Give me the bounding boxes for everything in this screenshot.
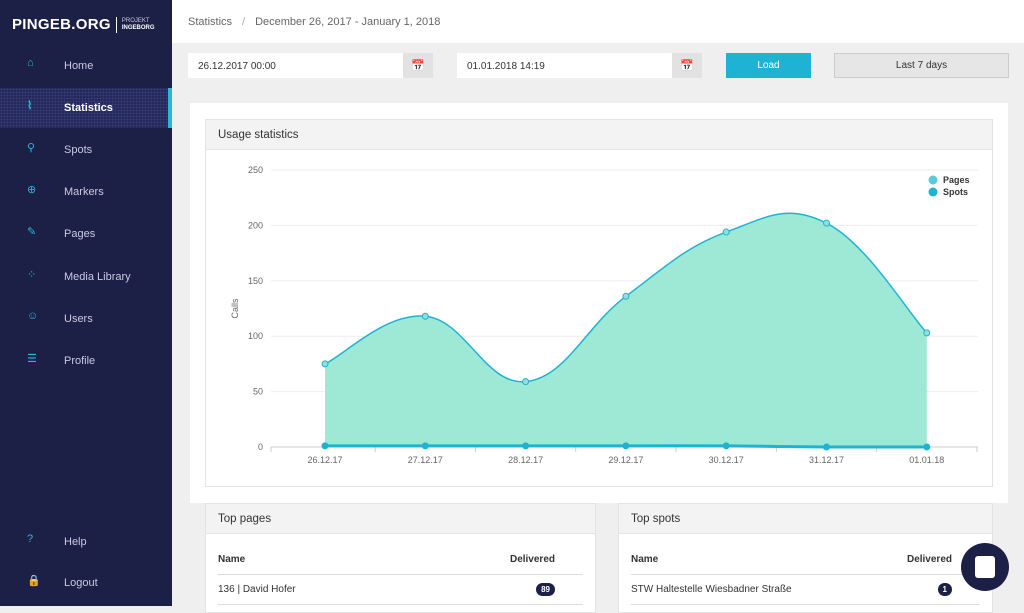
sidebar-item-label: Pages bbox=[64, 228, 96, 240]
breadcrumb-range: December 26, 2017 - January 1, 2018 bbox=[255, 15, 441, 28]
top-spots-panel: Top spots Name Delivered STW Haltestelle … bbox=[618, 503, 993, 613]
spots-point bbox=[321, 442, 329, 450]
pages-point bbox=[421, 312, 429, 320]
y-tick-label: 0 bbox=[258, 442, 263, 452]
pages-point bbox=[622, 292, 630, 300]
load-button[interactable]: Load bbox=[726, 53, 811, 78]
legend-marker-pages bbox=[928, 175, 938, 185]
sidebar-item-statistics[interactable]: ⌇ Statistics bbox=[0, 88, 172, 128]
from-calendar-icon[interactable]: 📅 bbox=[403, 53, 433, 78]
help-icon: ? bbox=[27, 533, 34, 545]
legend-marker-spots bbox=[928, 187, 938, 197]
breadcrumb-statistics[interactable]: Statistics bbox=[188, 16, 232, 28]
grid-icon: ⁘ bbox=[27, 269, 37, 281]
lock-icon: 🔒 bbox=[27, 575, 41, 587]
sidebar-item-label: Help bbox=[64, 536, 87, 548]
sidebar-item-label: Logout bbox=[64, 577, 98, 589]
y-tick-label: 100 bbox=[248, 331, 263, 341]
panel-title: Usage statistics bbox=[206, 120, 992, 150]
sidebar-item-help[interactable]: ? Help bbox=[0, 522, 172, 562]
sidebar-item-label: Markers bbox=[64, 186, 104, 198]
table-header: Name Delivered bbox=[218, 545, 583, 575]
table-row[interactable]: 136 | David Hofer 89 bbox=[218, 575, 583, 605]
y-tick-label: 50 bbox=[253, 387, 263, 397]
spots-point bbox=[622, 442, 630, 450]
sidebar-item-pages[interactable]: ✎ Pages bbox=[0, 214, 172, 254]
sidebar-item-users[interactable]: ☺ Users bbox=[0, 299, 172, 339]
x-tick-label: 31.12.17 bbox=[809, 455, 844, 465]
sidebar-item-label: Profile bbox=[64, 355, 96, 367]
sidebar-item-label: Spots bbox=[64, 144, 93, 156]
crosshair-icon: ⊕ bbox=[27, 184, 37, 196]
sidebar-item-label: Home bbox=[64, 60, 94, 72]
spots-point bbox=[823, 443, 830, 451]
pages-point bbox=[522, 378, 530, 386]
user-icon: ☺ bbox=[27, 310, 39, 322]
y-tick-label: 150 bbox=[248, 276, 263, 286]
table-header: Name Delivered bbox=[631, 545, 980, 575]
pages-area bbox=[325, 213, 927, 447]
y-tick-label: 250 bbox=[248, 165, 263, 175]
sidebar-item-label: Statistics bbox=[64, 102, 113, 114]
sidebar-item-media-library[interactable]: ⁘ Media Library bbox=[0, 257, 172, 297]
x-tick-label: 28.12.17 bbox=[508, 455, 543, 465]
x-tick-label: 26.12.17 bbox=[307, 455, 342, 465]
panel-title: Top spots bbox=[619, 504, 992, 534]
sidebar-item-label: Media Library bbox=[64, 271, 131, 283]
table-row[interactable]: STW Haltestelle Wiesbadner Straße 1 bbox=[631, 575, 980, 605]
pages-point bbox=[823, 219, 830, 227]
y-axis-label: Calls bbox=[230, 298, 240, 319]
spots-point bbox=[923, 443, 931, 451]
home-icon: ⌂ bbox=[27, 57, 34, 69]
pages-point bbox=[321, 360, 329, 368]
sidebar-item-profile[interactable]: ☰ Profile bbox=[0, 341, 172, 381]
delivered-badge: 89 bbox=[536, 583, 555, 596]
pages-point bbox=[923, 329, 931, 337]
from-date-input[interactable]: 26.12.2017 00:00 bbox=[188, 53, 403, 78]
chat-widget-button[interactable] bbox=[961, 543, 1009, 591]
list-icon: ☰ bbox=[27, 353, 37, 365]
chart-icon: ⌇ bbox=[27, 100, 33, 112]
x-tick-label: 27.12.17 bbox=[408, 455, 443, 465]
spots-point bbox=[722, 442, 730, 450]
sidebar-item-label: Users bbox=[64, 313, 93, 325]
edit-icon: ✎ bbox=[27, 226, 37, 238]
y-tick-label: 200 bbox=[248, 220, 263, 230]
legend-label-spots: Spots bbox=[943, 187, 968, 197]
panel-title: Top pages bbox=[206, 504, 595, 534]
delivered-badge: 1 bbox=[937, 583, 952, 596]
top-pages-panel: Top pages Name Delivered 136 | David Hofe… bbox=[205, 503, 596, 613]
usage-chart: 0 50 100 150 200 250 26.12.17 27.12.17 28.12.17 2… bbox=[230, 165, 978, 465]
last-7-days-button[interactable]: Last 7 days bbox=[834, 53, 1009, 78]
legend-label-pages: Pages bbox=[943, 175, 970, 185]
sidebar-item-home[interactable]: ⌂ Home bbox=[0, 46, 172, 86]
chat-icon bbox=[975, 556, 995, 578]
sidebar-item-markers[interactable]: ⊕ Markers bbox=[0, 172, 172, 212]
usage-statistics-panel: Usage statistics 0 50 100 150 200 250 26.12.17… bbox=[205, 119, 993, 487]
sidebar-item-logout[interactable]: 🔒 Logout bbox=[0, 563, 172, 603]
map-pin-icon: ⚲ bbox=[27, 142, 36, 154]
x-tick-label: 30.12.17 bbox=[709, 455, 744, 465]
spots-point bbox=[522, 442, 530, 450]
pages-point bbox=[722, 228, 730, 236]
to-calendar-icon[interactable]: 📅 bbox=[672, 53, 702, 78]
breadcrumb: Statistics / December 26, 2017 - January … bbox=[172, 0, 1024, 43]
sidebar-item-spots[interactable]: ⚲ Spots bbox=[0, 130, 172, 170]
x-tick-label: 01.01.18 bbox=[909, 455, 944, 465]
sidebar: PINGEB.ORG PROJEKT INGEBORG ⌂ Home ⌇ Statist… bbox=[0, 0, 172, 606]
to-date-input[interactable]: 01.01.2018 14:19 bbox=[457, 53, 672, 78]
x-tick-label: 29.12.17 bbox=[608, 455, 643, 465]
spots-point bbox=[421, 442, 429, 450]
logo[interactable]: PINGEB.ORG PROJEKT INGEBORG bbox=[12, 16, 155, 33]
